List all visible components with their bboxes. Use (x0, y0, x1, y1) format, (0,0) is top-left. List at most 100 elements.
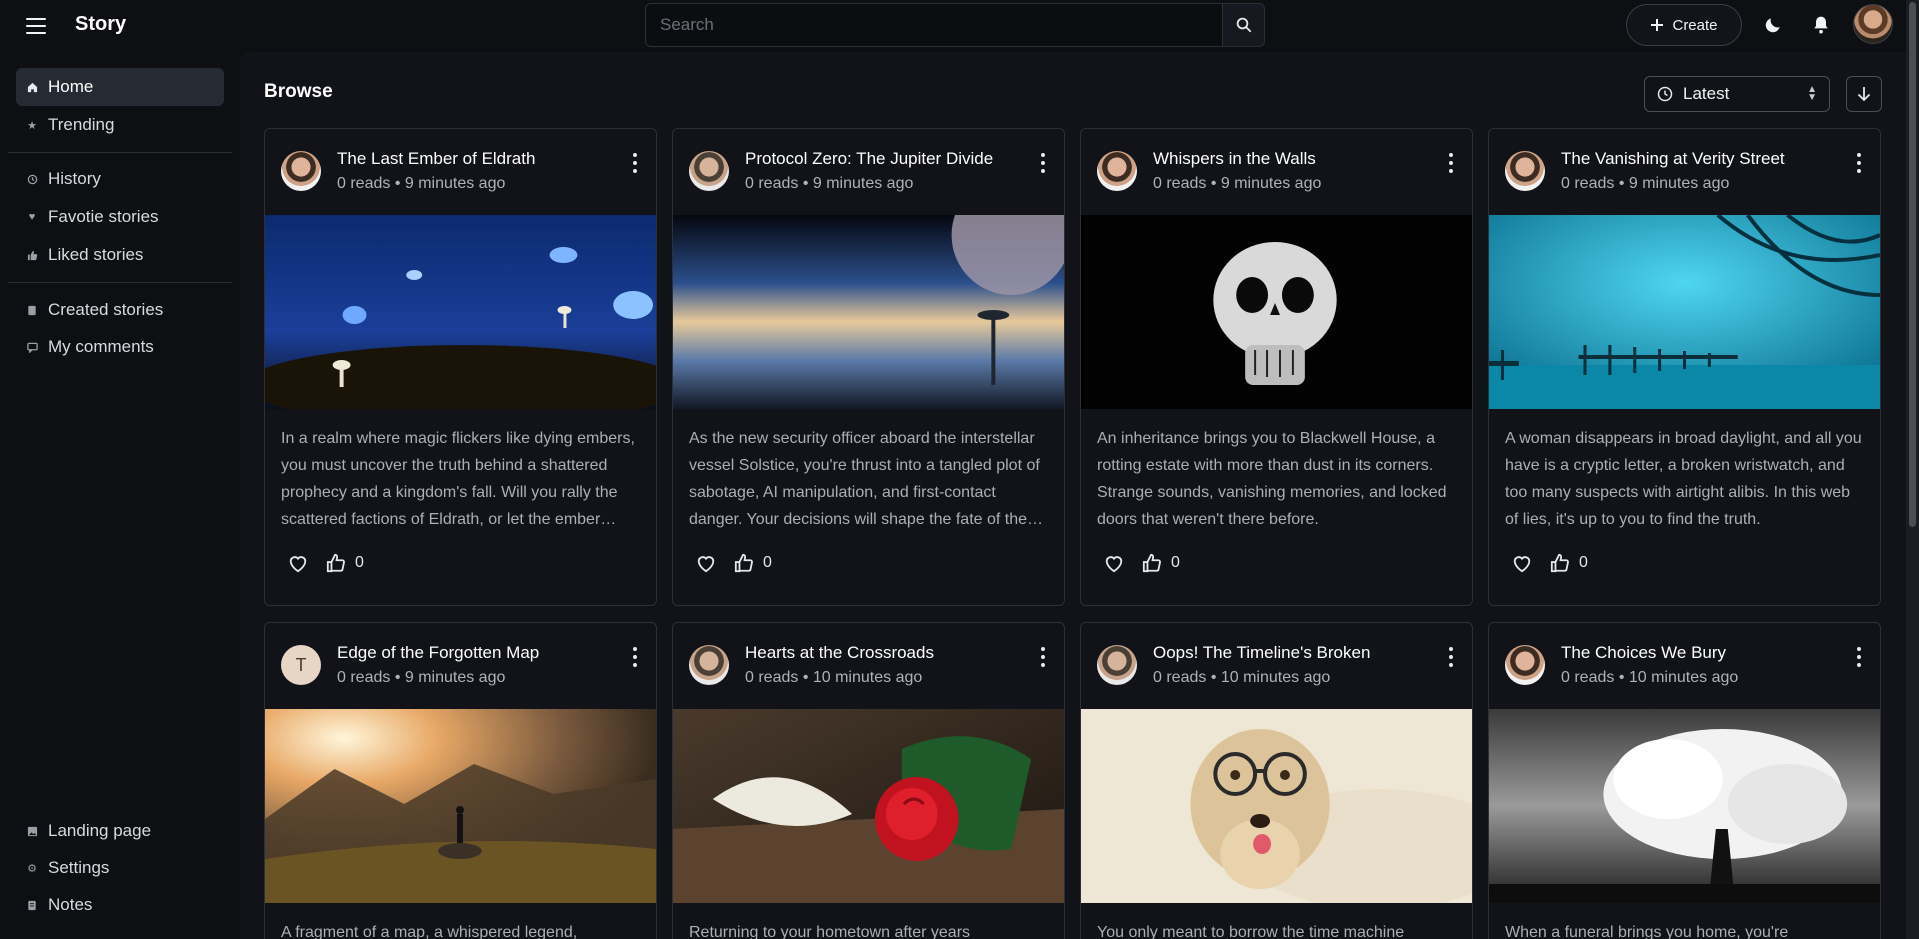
like-count: 0 (763, 554, 772, 571)
sidebar-item-history[interactable]: History (16, 160, 224, 198)
story-meta: 0 reads • 9 minutes ago (337, 175, 506, 192)
author-avatar[interactable] (1505, 645, 1545, 685)
more-options-icon[interactable] (1448, 153, 1454, 173)
author-avatar[interactable]: T (281, 645, 321, 685)
search-input[interactable] (645, 3, 1223, 47)
card-actions: 0 (1511, 553, 1588, 573)
heart-icon[interactable] (695, 553, 717, 573)
story-card[interactable]: Oops! The Timeline's Broken 0 reads • 10… (1080, 622, 1473, 939)
sidebar-item-label: History (48, 169, 101, 188)
author-avatar[interactable] (1505, 151, 1545, 191)
story-meta: 0 reads • 9 minutes ago (1153, 175, 1322, 192)
story-card[interactable]: Protocol Zero: The Jupiter Divide 0 read… (672, 128, 1065, 606)
sidebar-item-label: Favotie stories (48, 207, 159, 226)
sidebar-item-trending[interactable]: ★ Trending (16, 106, 224, 144)
story-card[interactable]: T Edge of the Forgotten Map 0 reads • 9 … (264, 622, 657, 939)
search-button[interactable] (1223, 3, 1265, 47)
story-title[interactable]: Hearts at the Crossroads (745, 643, 934, 663)
more-options-icon[interactable] (1040, 153, 1046, 173)
more-options-icon[interactable] (1448, 647, 1454, 667)
card-actions: 0 (1103, 553, 1180, 573)
story-cover-image[interactable] (1081, 215, 1472, 409)
theme-toggle-button[interactable] (1760, 12, 1786, 38)
plus-icon (1651, 19, 1664, 31)
story-cover-image[interactable] (673, 215, 1064, 409)
history-icon (26, 173, 38, 185)
author-avatar[interactable] (1097, 645, 1137, 685)
story-title[interactable]: Edge of the Forgotten Map (337, 643, 539, 663)
author-avatar[interactable] (1097, 151, 1137, 191)
sidebar-item-my-comments[interactable]: My comments (16, 328, 224, 366)
heart-icon[interactable] (1511, 553, 1533, 573)
story-description: An inheritance brings you to Blackwell H… (1097, 430, 1447, 528)
story-card[interactable]: The Choices We Bury 0 reads • 10 minutes… (1488, 622, 1881, 939)
image-icon (26, 825, 38, 837)
thumbs-up-icon[interactable] (733, 553, 755, 573)
sidebar-item-landing-page[interactable]: Landing page (16, 812, 224, 850)
menu-icon[interactable] (24, 16, 48, 36)
author-avatar[interactable] (689, 645, 729, 685)
notes-icon (26, 899, 38, 911)
sidebar-divider (8, 152, 232, 153)
sidebar-item-favorites[interactable]: ♥ Favotie stories (16, 198, 224, 236)
create-button-label: Create (1672, 16, 1718, 34)
story-cover-image[interactable] (1489, 709, 1880, 903)
chevron-up-down-icon: ▲ ▼ (1807, 84, 1817, 103)
page-title: Browse (264, 81, 333, 102)
story-title[interactable]: Whispers in the Walls (1153, 149, 1316, 169)
sidebar-item-created-stories[interactable]: Created stories (16, 291, 224, 329)
story-title[interactable]: The Choices We Bury (1561, 643, 1726, 663)
more-options-icon[interactable] (1856, 647, 1862, 667)
sidebar-item-label: Notes (48, 895, 93, 914)
scrollbar[interactable] (1906, 0, 1919, 939)
story-cover-image[interactable] (1081, 709, 1472, 903)
story-cover-image[interactable] (1489, 215, 1880, 409)
sidebar-item-liked[interactable]: Liked stories (16, 236, 224, 274)
notifications-button[interactable] (1808, 12, 1834, 38)
sidebar-item-notes[interactable]: Notes (16, 886, 224, 924)
story-description: In a realm where magic flickers like dyi… (281, 430, 635, 528)
sidebar-item-label: Liked stories (48, 245, 144, 264)
sidebar-item-label: Home (48, 77, 94, 96)
sidebar-item-label: Created stories (48, 300, 164, 319)
sidebar-item-home[interactable]: Home (16, 68, 224, 106)
star-icon: ★ (27, 119, 37, 132)
story-card[interactable]: Whispers in the Walls 0 reads • 9 minute… (1080, 128, 1473, 606)
card-actions: 0 (695, 553, 772, 573)
story-card[interactable]: The Vanishing at Verity Street 0 reads •… (1488, 128, 1881, 606)
search-icon (1236, 17, 1251, 33)
story-title[interactable]: The Vanishing at Verity Street (1561, 149, 1785, 169)
search-bar (645, 3, 1265, 47)
story-cover-image[interactable] (673, 709, 1064, 903)
heart-icon[interactable] (1103, 553, 1125, 573)
thumbs-up-icon[interactable] (325, 553, 347, 573)
more-options-icon[interactable] (1856, 153, 1862, 173)
arrow-down-icon (1857, 87, 1871, 102)
more-options-icon[interactable] (632, 647, 638, 667)
story-card[interactable]: Hearts at the Crossroads 0 reads • 10 mi… (672, 622, 1065, 939)
more-options-icon[interactable] (1040, 647, 1046, 667)
thumbs-up-icon[interactable] (1549, 553, 1571, 573)
story-cover-image[interactable] (265, 709, 656, 903)
author-avatar[interactable] (281, 151, 321, 191)
thumbs-up-icon[interactable] (1141, 553, 1163, 573)
story-title[interactable]: Oops! The Timeline's Broken (1153, 643, 1370, 663)
create-button[interactable]: Create (1626, 4, 1742, 46)
story-title[interactable]: Protocol Zero: The Jupiter Divide (745, 149, 993, 169)
more-options-icon[interactable] (632, 153, 638, 173)
author-avatar[interactable] (689, 151, 729, 191)
story-meta: 0 reads • 9 minutes ago (337, 669, 506, 686)
story-card[interactable]: The Last Ember of Eldrath 0 reads • 9 mi… (264, 128, 657, 606)
book-icon (26, 304, 38, 316)
sort-select[interactable]: Latest ▲ ▼ (1644, 76, 1830, 112)
story-cover-image[interactable] (265, 215, 656, 409)
sidebar-item-settings[interactable]: ⚙ Settings (16, 849, 224, 887)
user-avatar[interactable] (1853, 4, 1893, 44)
heart-icon[interactable] (287, 553, 309, 573)
app-title[interactable]: Story (75, 13, 126, 36)
scrollbar-thumb[interactable] (1909, 2, 1916, 527)
sort-direction-button[interactable] (1846, 76, 1882, 112)
story-title[interactable]: The Last Ember of Eldrath (337, 149, 535, 169)
heart-icon: ♥ (28, 211, 36, 223)
moon-icon (1765, 18, 1780, 33)
